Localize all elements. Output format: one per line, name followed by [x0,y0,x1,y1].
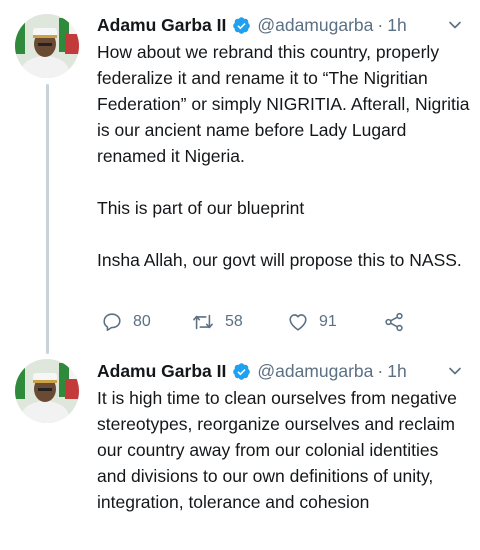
verified-badge-icon [233,362,251,380]
avatar[interactable] [15,359,79,423]
tweet-header: Adamu Garba II @adamugarba · 1h [97,13,467,37]
avatar[interactable] [15,14,79,78]
retweet-button[interactable]: 58 [191,308,243,336]
reply-icon [103,313,121,332]
tweet-paragraph: How about we rebrand this country, prope… [97,42,470,166]
tweet-header: Adamu Garba II @adamugarba · 1h [97,359,467,383]
chevron-down-icon[interactable] [443,359,467,383]
header-separator: · [377,14,384,35]
reply-count: 80 [133,313,151,330]
retweet-icon [193,314,213,330]
tweet-paragraph: Insha Allah, our govt will propose this … [97,250,462,270]
tweet-1[interactable]: Adamu Garba II @adamugarba · 1h How abou… [0,0,480,354]
author-name[interactable]: Adamu Garba II [97,361,226,382]
tweet-actions: 80 58 91 [97,308,417,336]
tweet-text: How about we rebrand this country, prope… [97,39,472,273]
retweet-count: 58 [225,313,243,330]
author-name[interactable]: Adamu Garba II [97,15,226,36]
verified-badge-icon [233,16,251,34]
heart-icon [289,314,307,331]
share-button[interactable] [383,308,405,336]
thread-connector-line [46,84,49,354]
author-handle[interactable]: @adamugarba [257,15,373,36]
tweet-paragraph: It is high time to clean ourselves from … [97,388,457,512]
tweet-paragraph: This is part of our blueprint [97,198,305,218]
avatar-image [15,359,79,423]
author-handle[interactable]: @adamugarba [257,361,373,382]
reply-button[interactable]: 80 [101,308,151,336]
tweet-2[interactable]: Adamu Garba II @adamugarba · 1h It is hi… [0,345,480,550]
chevron-down-icon[interactable] [443,13,467,37]
like-count: 91 [319,313,337,330]
tweet-text: It is high time to clean ourselves from … [97,385,472,515]
share-icon [385,312,403,332]
tweet-timestamp[interactable]: 1h [387,15,406,36]
tweet-timestamp[interactable]: 1h [387,361,406,382]
avatar-image [15,14,79,78]
header-separator: · [377,360,384,381]
like-button[interactable]: 91 [287,308,337,336]
